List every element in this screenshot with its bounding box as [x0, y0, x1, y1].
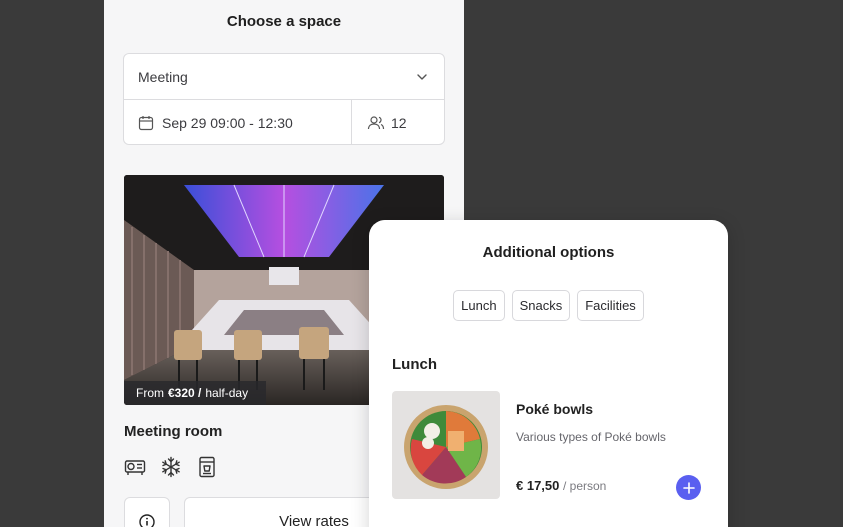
date-time-field[interactable]: Sep 29 09:00 - 12:30 [124, 100, 352, 145]
guests-field[interactable]: 12 [352, 100, 444, 145]
projector-icon [124, 460, 146, 475]
chip-lunch[interactable]: Lunch [453, 290, 505, 321]
space-type-value: Meeting [138, 68, 188, 85]
food-price-value: € 17,50 [516, 478, 560, 493]
coffee-machine-icon [199, 456, 215, 478]
price-value: €320 / [168, 386, 202, 400]
room-name: Meeting room [124, 423, 223, 440]
info-icon [139, 514, 155, 527]
food-price: € 17,50 / person [516, 478, 606, 493]
additional-options-card: Additional options Lunch Snacks Faciliti… [369, 220, 728, 527]
date-time-value: Sep 29 09:00 - 12:30 [162, 114, 293, 131]
info-button[interactable] [124, 497, 170, 527]
space-type-select[interactable]: Meeting [124, 54, 444, 100]
food-description: Various types of Poké bowls [516, 430, 666, 444]
poke-bowl-image [392, 391, 500, 499]
calendar-icon [138, 115, 154, 130]
chip-facilities[interactable]: Facilities [577, 290, 644, 321]
option-category-tabs: Lunch Snacks Facilities [369, 290, 728, 321]
food-name: Poké bowls [516, 401, 594, 417]
amenities-list [124, 456, 218, 478]
chevron-down-icon [417, 73, 427, 80]
options-title: Additional options [482, 244, 615, 261]
add-item-button[interactable] [676, 475, 701, 500]
section-title-lunch: Lunch [392, 356, 437, 373]
guests-value: 12 [391, 114, 407, 131]
card-title: Choose a space [226, 13, 342, 30]
people-icon [367, 115, 385, 129]
plus-icon [682, 481, 695, 494]
price-unit: half-day [205, 386, 249, 400]
price-prefix: From [136, 386, 164, 400]
snowflake-icon [162, 456, 180, 478]
food-price-unit: / person [563, 479, 607, 493]
price-tag: From €320 / half-day [124, 381, 266, 405]
booking-form: Meeting Sep 29 09:00 - 12:30 12 [123, 53, 445, 145]
chip-snacks[interactable]: Snacks [511, 290, 571, 321]
